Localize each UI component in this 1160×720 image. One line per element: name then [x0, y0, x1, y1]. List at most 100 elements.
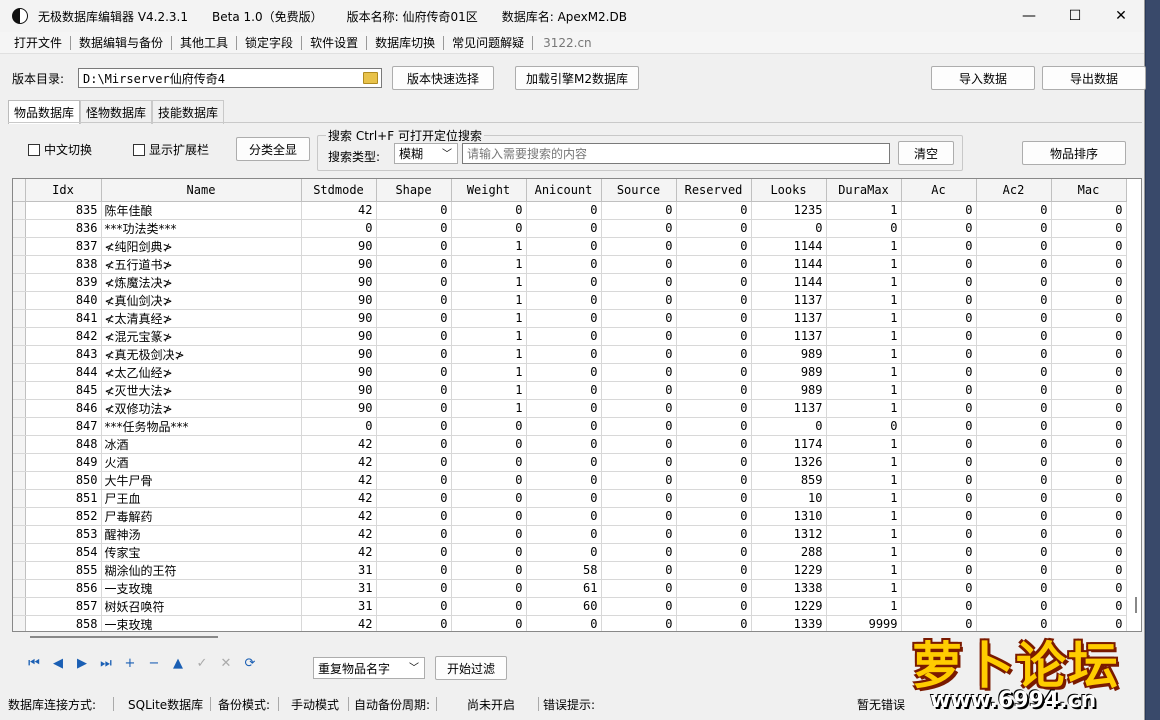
cell-ac2[interactable]: 0	[976, 327, 1052, 346]
table-row[interactable]: 855 糊涂仙的王符 31 0 0 58 0 0 1229 1 0 0 0	[13, 561, 1127, 580]
cell-looks[interactable]: 0	[751, 219, 827, 238]
cell-ac2[interactable]: 0	[976, 597, 1052, 616]
cell-stdmode[interactable]: 90	[301, 381, 377, 400]
cell-reserved[interactable]: 0	[676, 489, 752, 508]
cell-ac[interactable]: 0	[901, 597, 977, 616]
cell-mac[interactable]: 0	[1051, 273, 1127, 292]
menu-faq[interactable]: 常见问题解疑	[444, 34, 532, 51]
cell-mac[interactable]: 0	[1051, 237, 1127, 256]
cell-source[interactable]: 0	[601, 597, 677, 616]
cn-switch-checkbox[interactable]: 中文切换	[28, 141, 92, 158]
quick-select-button[interactable]: 版本快速选择	[392, 66, 494, 90]
cell-anicount[interactable]: 60	[526, 597, 602, 616]
cell-name[interactable]: 一束玫瑰	[101, 615, 302, 631]
cell-shape[interactable]: 0	[376, 417, 452, 436]
cell-mac[interactable]: 0	[1051, 543, 1127, 562]
cell-duramax[interactable]: 1	[826, 201, 902, 220]
cell-ac[interactable]: 0	[901, 363, 977, 382]
cell-ac[interactable]: 0	[901, 543, 977, 562]
cell-looks[interactable]: 989	[751, 381, 827, 400]
cell-mac[interactable]: 0	[1051, 417, 1127, 436]
cell-ac2[interactable]: 0	[976, 417, 1052, 436]
cell-shape[interactable]: 0	[376, 255, 452, 274]
cell-ac2[interactable]: 0	[976, 255, 1052, 274]
cell-idx[interactable]: 856	[25, 579, 102, 598]
table-row[interactable]: 847 ***任务物品*** 0 0 0 0 0 0 0 0 0 0 0	[13, 417, 1127, 436]
cell-name[interactable]: ≮纯阳剑典≯	[101, 237, 302, 256]
table-row[interactable]: 843 ≮真无极剑决≯ 90 0 1 0 0 0 989 1 0 0 0	[13, 345, 1127, 364]
row-indicator[interactable]	[13, 291, 26, 310]
load-engine-button[interactable]: 加载引擎M2数据库	[515, 66, 639, 90]
cell-ac[interactable]: 0	[901, 237, 977, 256]
table-row[interactable]: 845 ≮灭世大法≯ 90 0 1 0 0 0 989 1 0 0 0	[13, 381, 1127, 400]
column-header-looks[interactable]: Looks	[751, 179, 827, 202]
row-indicator[interactable]	[13, 327, 26, 346]
cell-idx[interactable]: 853	[25, 525, 102, 544]
cell-shape[interactable]: 0	[376, 309, 452, 328]
cell-mac[interactable]: 0	[1051, 201, 1127, 220]
row-indicator[interactable]	[13, 471, 26, 490]
row-indicator[interactable]	[13, 255, 26, 274]
minimize-button[interactable]: —	[1006, 0, 1052, 32]
tab-items[interactable]: 物品数据库	[8, 100, 81, 124]
cell-looks[interactable]: 989	[751, 363, 827, 382]
cell-shape[interactable]: 0	[376, 291, 452, 310]
cell-anicount[interactable]: 0	[526, 417, 602, 436]
cell-mac[interactable]: 0	[1051, 345, 1127, 364]
cell-name[interactable]: ≮真仙剑决≯	[101, 291, 302, 310]
cell-mac[interactable]: 0	[1051, 471, 1127, 490]
cell-looks[interactable]: 10	[751, 489, 827, 508]
cell-idx[interactable]: 842	[25, 327, 102, 346]
cell-duramax[interactable]: 1	[826, 525, 902, 544]
tab-monsters[interactable]: 怪物数据库	[80, 100, 153, 124]
row-indicator[interactable]	[13, 273, 26, 292]
cell-reserved[interactable]: 0	[676, 219, 752, 238]
search-input[interactable]: 请输入需要搜索的内容	[462, 143, 890, 164]
table-row[interactable]: 835 陈年佳酿 42 0 0 0 0 0 1235 1 0 0 0	[13, 201, 1127, 220]
cell-looks[interactable]: 0	[751, 417, 827, 436]
row-indicator[interactable]	[13, 615, 26, 631]
cell-duramax[interactable]: 1	[826, 381, 902, 400]
cell-looks[interactable]: 1339	[751, 615, 827, 631]
post-icon[interactable]: ✓	[190, 656, 214, 671]
cell-anicount[interactable]: 0	[526, 525, 602, 544]
row-indicator[interactable]	[13, 597, 26, 616]
cell-duramax[interactable]: 1	[826, 435, 902, 454]
cell-duramax[interactable]: 1	[826, 345, 902, 364]
cell-weight[interactable]: 0	[451, 417, 527, 436]
show-all-button[interactable]: 分类全显	[236, 137, 310, 161]
cell-ac[interactable]: 0	[901, 579, 977, 598]
cell-idx[interactable]: 841	[25, 309, 102, 328]
column-header-shape[interactable]: Shape	[376, 179, 452, 202]
cell-reserved[interactable]: 0	[676, 255, 752, 274]
row-indicator[interactable]	[13, 453, 26, 472]
row-indicator[interactable]	[13, 201, 26, 220]
items-grid[interactable]: Idx Name Stdmode Shape Weight Anicount Source R…	[12, 178, 1142, 632]
cell-duramax[interactable]: 0	[826, 417, 902, 436]
cell-source[interactable]: 0	[601, 543, 677, 562]
cell-shape[interactable]: 0	[376, 435, 452, 454]
cell-weight[interactable]: 1	[451, 309, 527, 328]
cell-name[interactable]: 醒神汤	[101, 525, 302, 544]
cell-ac[interactable]: 0	[901, 345, 977, 364]
dir-input[interactable]: D:\Mirserver仙府传奇4	[78, 68, 382, 88]
cell-shape[interactable]: 0	[376, 615, 452, 631]
cell-ac2[interactable]: 0	[976, 471, 1052, 490]
menu-settings[interactable]: 软件设置	[302, 34, 366, 51]
cell-idx[interactable]: 847	[25, 417, 102, 436]
row-indicator[interactable]	[13, 525, 26, 544]
table-row[interactable]: 852 尸毒解药 42 0 0 0 0 0 1310 1 0 0 0	[13, 507, 1127, 526]
first-icon[interactable]: ⏮	[22, 656, 46, 671]
cell-ac2[interactable]: 0	[976, 543, 1052, 562]
cell-idx[interactable]: 846	[25, 399, 102, 418]
cell-reserved[interactable]: 0	[676, 273, 752, 292]
cell-mac[interactable]: 0	[1051, 453, 1127, 472]
cell-name[interactable]: ≮五行道书≯	[101, 255, 302, 274]
menu-tools[interactable]: 其他工具	[172, 34, 236, 51]
row-indicator[interactable]	[13, 489, 26, 508]
cell-stdmode[interactable]: 90	[301, 273, 377, 292]
cell-weight[interactable]: 1	[451, 399, 527, 418]
cell-duramax[interactable]: 1	[826, 309, 902, 328]
cell-source[interactable]: 0	[601, 327, 677, 346]
cell-ac[interactable]: 0	[901, 273, 977, 292]
